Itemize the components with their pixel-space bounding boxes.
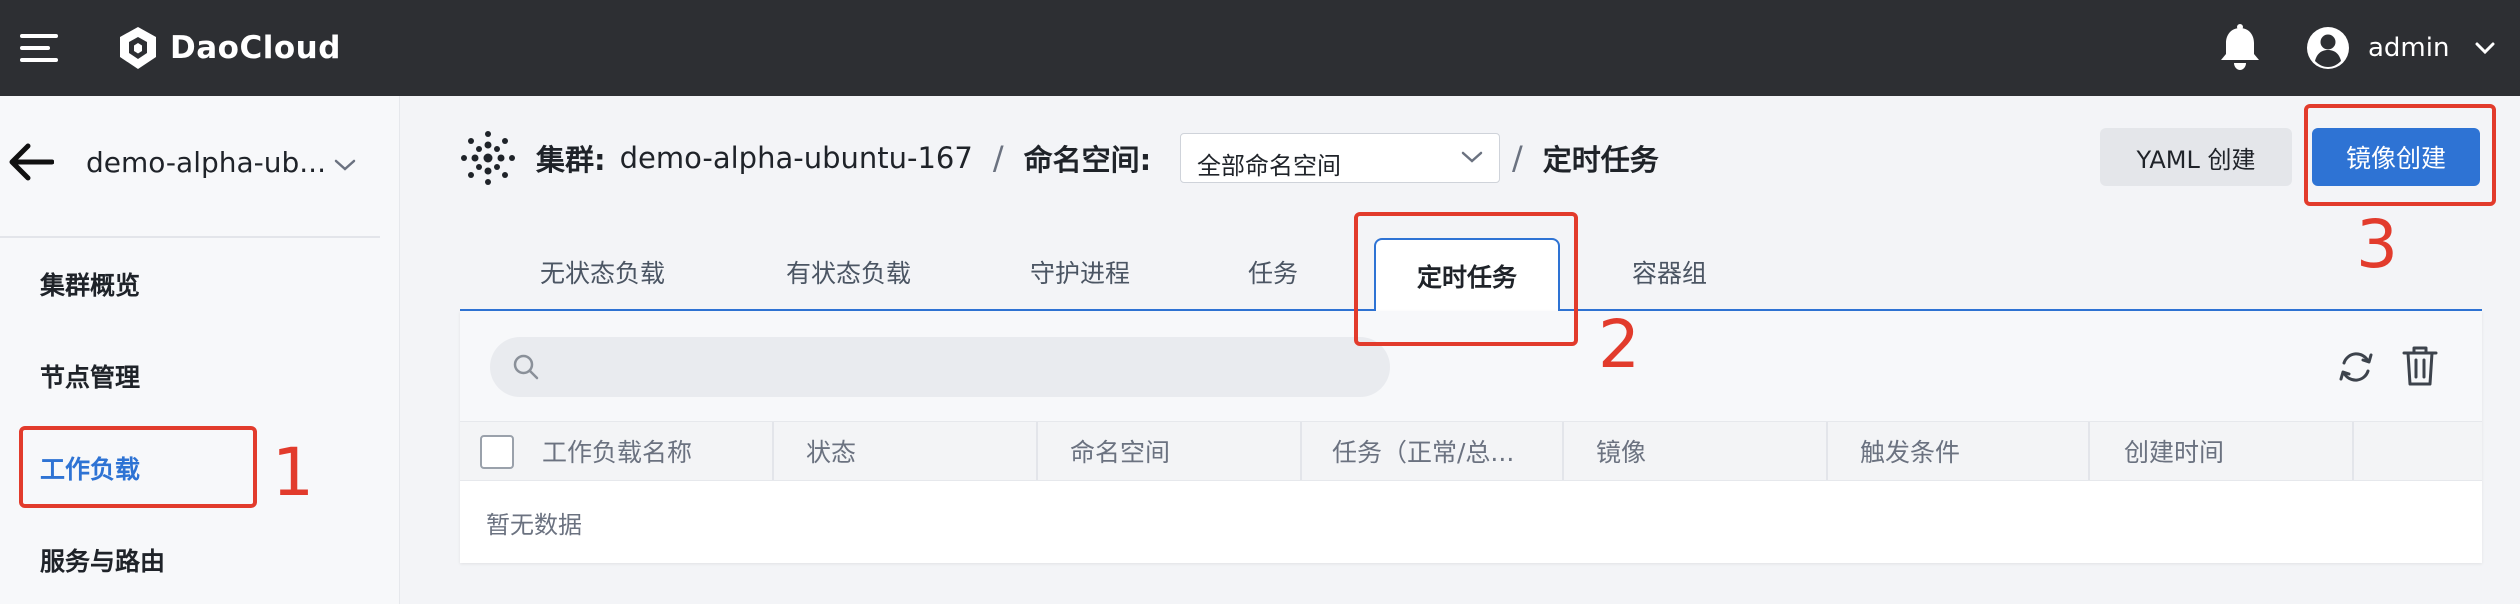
breadcrumb-separator: / <box>992 139 1004 177</box>
column-divider <box>1300 422 1302 480</box>
tab-pods[interactable]: 容器组 <box>1632 254 1707 290</box>
column-divider <box>2352 422 2354 480</box>
cluster-value[interactable]: demo-alpha-ubuntu-167 <box>620 141 973 175</box>
annotation-number-2: 2 <box>1598 306 1640 383</box>
tab-daemonsets[interactable]: 守护进程 <box>1030 254 1130 290</box>
yaml-create-button[interactable]: YAML 创建 <box>2100 128 2292 186</box>
tab-jobs[interactable]: 任务 <box>1248 254 1298 290</box>
search-icon <box>513 354 539 380</box>
tab-statefulsets[interactable]: 有状态负载 <box>786 254 911 290</box>
table-card: 工作负载名称 状态 命名空间 任务（正常/总... 镜像 触发条件 创建时间 暂… <box>460 311 2482 563</box>
column-divider <box>1826 422 1828 480</box>
user-avatar-icon <box>2307 27 2349 69</box>
column-divider <box>772 422 774 480</box>
chevron-down-icon <box>2475 42 2495 55</box>
logo-text: DaoCloud <box>170 30 341 66</box>
sidebar-item-cluster-overview[interactable]: 集群概览 <box>40 266 140 302</box>
search-box[interactable] <box>490 337 1390 397</box>
column-header-namespace[interactable]: 命名空间 <box>1070 422 1290 480</box>
cluster-selector[interactable]: demo-alpha-ub... <box>86 146 356 179</box>
annotation-box-3 <box>2304 104 2496 206</box>
refresh-icon[interactable] <box>2336 347 2376 387</box>
column-header-status[interactable]: 状态 <box>806 422 1026 480</box>
annotation-box-2 <box>1354 212 1578 346</box>
annotation-number-3: 3 <box>2356 206 2398 283</box>
namespace-label: 命名空间: <box>1023 143 1152 177</box>
daocloud-logo-icon <box>120 27 156 69</box>
chevron-down-icon[interactable] <box>334 158 356 172</box>
column-header-workload-name[interactable]: 工作负载名称 <box>542 422 722 480</box>
sidebar: demo-alpha-ub... 集群概览 节点管理 工作负载 服务与路由 <box>0 96 400 604</box>
page-title-group: / 定时任务 <box>1512 128 1659 188</box>
logo[interactable]: DaoCloud <box>116 24 341 72</box>
column-header-trigger[interactable]: 触发条件 <box>1860 422 2080 480</box>
empty-state-text: 暂无数据 <box>486 511 582 539</box>
chevron-down-icon <box>1461 151 1483 163</box>
column-header-created-at[interactable]: 创建时间 <box>2124 422 2344 480</box>
annotation-box-1 <box>19 426 257 508</box>
menu-icon[interactable] <box>20 34 58 62</box>
user-name: admin <box>2368 33 2450 63</box>
top-bar: DaoCloud admin <box>0 0 2520 96</box>
cluster-label: 集群: <box>536 143 606 177</box>
column-header-image[interactable]: 镜像 <box>1596 422 1816 480</box>
tab-deployments[interactable]: 无状态负载 <box>540 254 665 290</box>
breadcrumb: 集群: demo-alpha-ubuntu-167 / 命名空间: <box>460 128 1151 188</box>
page-title: 定时任务 <box>1542 143 1659 177</box>
sidebar-item-services-routes[interactable]: 服务与路由 <box>40 542 165 578</box>
cluster-icon <box>461 131 515 185</box>
user-menu[interactable]: admin <box>2306 24 2495 72</box>
select-all-checkbox[interactable] <box>480 435 514 469</box>
search-input[interactable] <box>554 347 1354 387</box>
namespace-select[interactable]: 全部命名空间 <box>1180 133 1500 183</box>
back-arrow-icon[interactable] <box>8 142 54 182</box>
annotation-number-1: 1 <box>272 434 314 511</box>
notification-bell-icon[interactable] <box>2218 24 2262 72</box>
sidebar-item-node-management[interactable]: 节点管理 <box>40 358 140 394</box>
delete-icon[interactable] <box>2402 345 2438 387</box>
column-divider <box>1562 422 1564 480</box>
sidebar-divider <box>0 236 380 238</box>
column-divider <box>2088 422 2090 480</box>
namespace-select-value: 全部命名空间 <box>1197 152 1341 180</box>
breadcrumb-separator: / <box>1512 139 1523 177</box>
column-header-jobs[interactable]: 任务（正常/总... <box>1332 422 1560 480</box>
column-divider <box>1036 422 1038 480</box>
table-header: 工作负载名称 状态 命名空间 任务（正常/总... 镜像 触发条件 创建时间 <box>460 421 2482 481</box>
